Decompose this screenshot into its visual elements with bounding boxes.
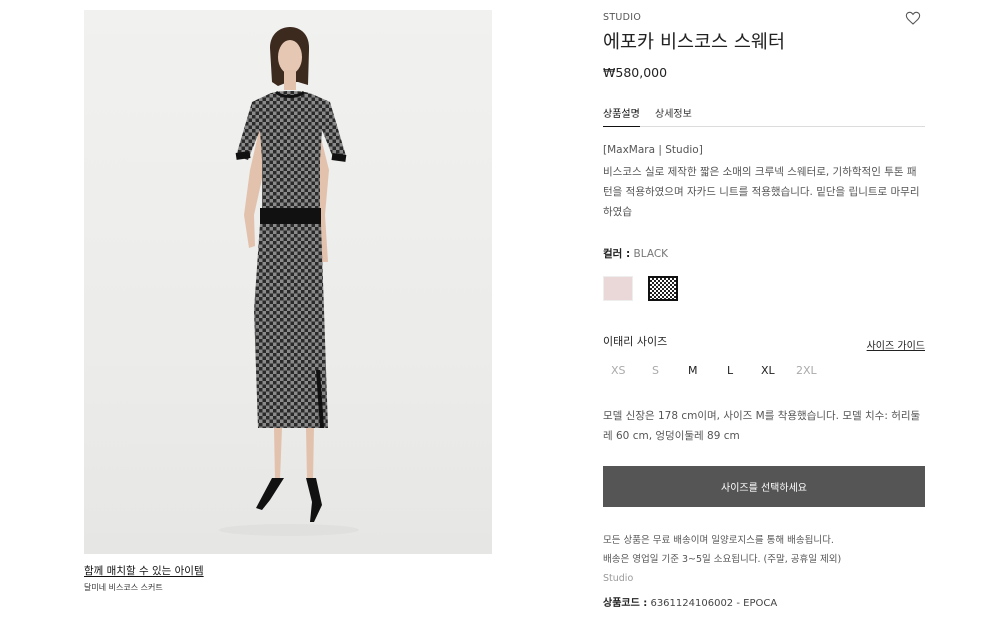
model-info: 모델 신장은 178 cm이며, 사이즈 M를 착용했습니다. 모델 치수: 허…	[603, 410, 921, 442]
shipping-info-1: 모든 상품은 무료 배송이며 일양로지스를 통해 배송됩니다.	[603, 535, 834, 546]
color-swatch-black[interactable]	[648, 276, 678, 301]
color-label: 컬러 :	[603, 248, 631, 260]
color-swatch-pink[interactable]	[603, 276, 633, 301]
size-guide-link[interactable]: 사이즈 가이드	[867, 337, 925, 352]
select-size-button[interactable]: 사이즈를 선택하세요	[603, 466, 925, 507]
studio-label: Studio	[603, 573, 634, 584]
product-tabs: 상품설명 상세정보	[603, 105, 925, 127]
product-code-label: 상품코드 :	[603, 598, 648, 609]
size-option-m[interactable]: M	[688, 364, 698, 377]
description-brand: [MaxMara | Studio]	[603, 144, 703, 156]
wishlist-heart-icon[interactable]	[905, 10, 921, 26]
match-item-link[interactable]: 달미네 비스코스 스커트	[84, 582, 163, 593]
size-option-xl[interactable]: XL	[761, 364, 775, 377]
size-option-s[interactable]: S	[652, 364, 659, 377]
product-price: ₩580,000	[603, 65, 668, 80]
shipping-info-2: 배송은 영업일 기준 3~5일 소요됩니다. (주말, 공휴일 제외)	[603, 554, 842, 565]
product-name: 에포카 비스코스 스웨터	[603, 32, 785, 53]
tab-description[interactable]: 상품설명	[603, 105, 640, 127]
size-option-2xl[interactable]: 2XL	[796, 364, 817, 377]
size-option-l[interactable]: L	[727, 364, 733, 377]
color-value: BLACK	[633, 248, 669, 260]
match-items-title[interactable]: 함께 매치할 수 있는 아이템	[84, 563, 204, 578]
product-image	[84, 10, 492, 554]
product-brand: STUDIO	[603, 12, 642, 23]
size-option-xs[interactable]: XS	[611, 364, 626, 377]
color-label-row: 컬러 : BLACK	[603, 246, 668, 261]
tab-details[interactable]: 상세정보	[655, 105, 692, 126]
description-text: 비스코스 실로 제작한 짧은 소매의 크루넥 스웨터로, 기하학적인 투톤 패턴…	[603, 166, 920, 218]
product-code-value: 6361124106002 - EPOCA	[647, 598, 778, 609]
size-title: 이태리 사이즈	[603, 335, 668, 348]
product-code-row: 상품코드 : 6361124106002 - EPOCA	[603, 594, 777, 609]
